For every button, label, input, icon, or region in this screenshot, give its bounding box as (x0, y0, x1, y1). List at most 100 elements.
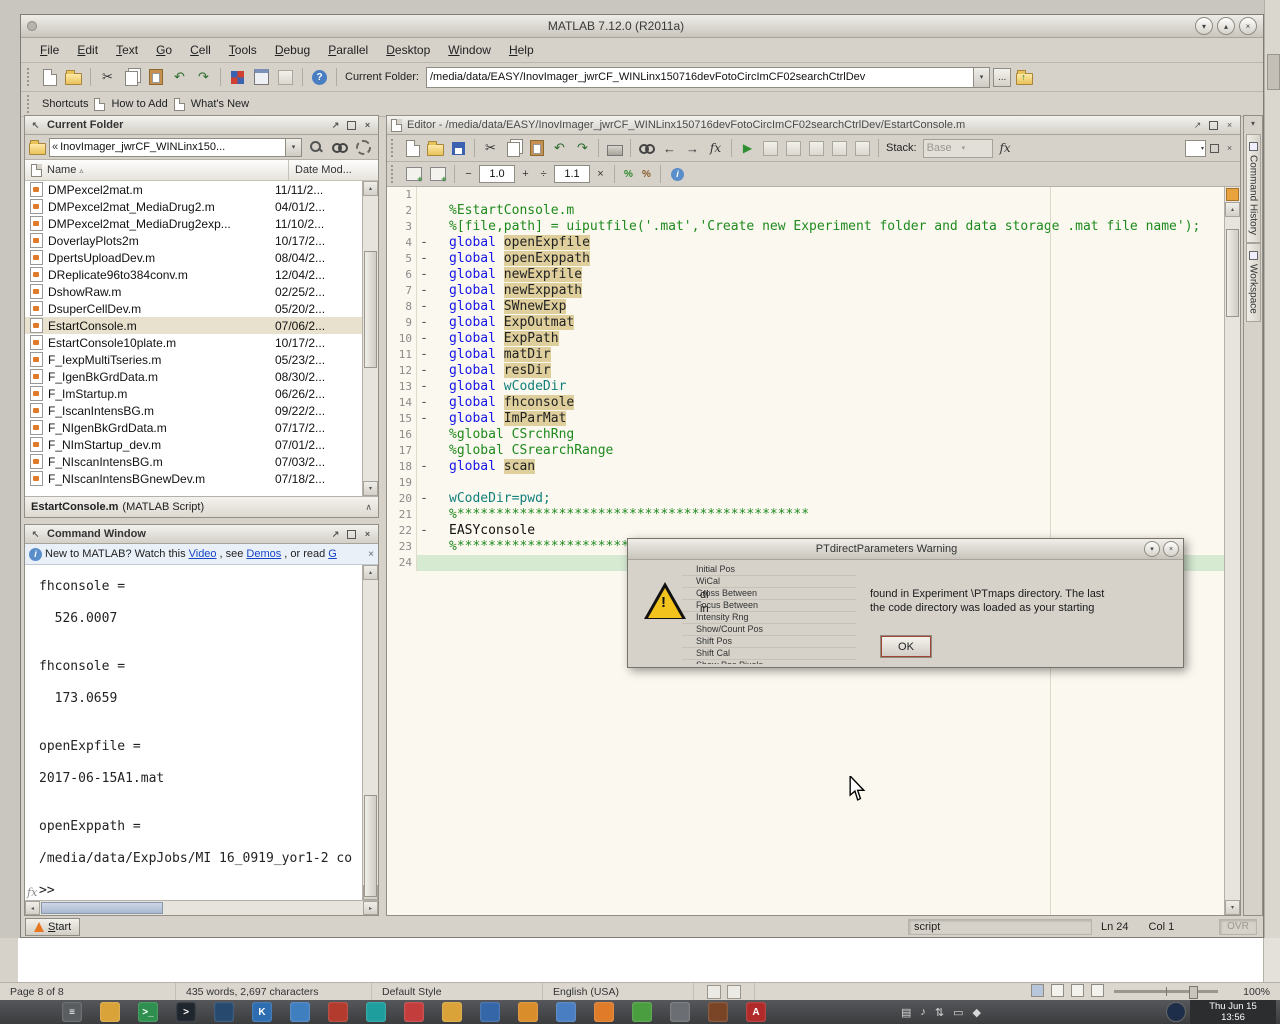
file-row[interactable]: DReplicate96to384conv.m12/04/2... (25, 266, 362, 283)
actions-button[interactable] (353, 137, 374, 158)
code-line[interactable]: 9-global ExpOutmat (387, 315, 1224, 331)
breakpoint-margin[interactable]: - (417, 235, 431, 251)
scroll-up-icon[interactable]: ▴ (1225, 202, 1240, 217)
help-center-icon[interactable] (404, 1002, 424, 1022)
cut-button[interactable]: ✂ (480, 138, 501, 159)
new-file-button[interactable] (39, 67, 60, 88)
up-folder-button[interactable]: ↑ (1014, 67, 1035, 88)
menu-cell[interactable]: Cell (181, 40, 220, 60)
file-row[interactable]: F_IgenBkGrdData.m08/30/2... (25, 368, 362, 385)
tray-clipboard-icon[interactable]: ▤ (901, 1006, 911, 1019)
file-row[interactable]: DMPexcel2mat.m11/11/2... (25, 181, 362, 198)
code-analyzer-indicator[interactable] (1226, 188, 1239, 201)
step-button[interactable] (806, 138, 827, 159)
file-row[interactable]: F_IscanIntensBG.m09/22/2... (25, 402, 362, 419)
breakpoint-margin[interactable]: - (417, 459, 431, 475)
close-panel-icon[interactable]: × (361, 120, 374, 130)
page-count-status[interactable]: Page 8 of 8 (0, 983, 176, 1000)
titlebar[interactable]: MATLAB 7.12.0 (R2011a) ▾ ▴ × (21, 15, 1263, 38)
shortcut-whats-new[interactable]: What's New (191, 98, 249, 110)
clock[interactable]: Thu Jun 15 13:56 (1190, 1000, 1276, 1024)
breakpoint-margin[interactable] (417, 187, 431, 203)
minimize-button[interactable]: ▾ (1195, 17, 1213, 35)
chevron-down-icon[interactable]: ▾ (973, 68, 989, 87)
cell-value-2[interactable]: 1.1 (554, 165, 590, 183)
maximize-panel-icon[interactable] (347, 530, 356, 539)
copy-button[interactable] (121, 67, 142, 88)
media-player-icon[interactable] (328, 1002, 348, 1022)
help-button[interactable]: ? (309, 67, 330, 88)
breakpoint-margin[interactable]: - (417, 347, 431, 363)
fx-icon[interactable]: fx (27, 885, 37, 900)
find-files-button[interactable] (329, 137, 350, 158)
go-back-button[interactable]: ← (659, 138, 680, 159)
tray-network-icon[interactable]: ⇅ (935, 1006, 944, 1019)
address-field[interactable]: « InovImager_jwrCF_WINLinx150... ▾ (49, 138, 302, 157)
zoom-slider-thumb[interactable] (1189, 986, 1198, 999)
zoom-slider[interactable] (1114, 990, 1218, 993)
breakpoint-margin[interactable]: - (417, 491, 431, 507)
toolbar-grip[interactable] (27, 95, 32, 113)
code-line[interactable]: 1 (387, 187, 1224, 203)
undo-button[interactable]: ↶ (549, 138, 570, 159)
menu-icon[interactable]: ≡ (62, 1002, 82, 1022)
side-tab-workspace[interactable]: Workspace (1246, 243, 1261, 322)
scrollbar-track[interactable] (363, 580, 378, 885)
step-in-button[interactable] (829, 138, 850, 159)
new-script-button[interactable] (402, 138, 423, 159)
profiler-button[interactable] (275, 67, 296, 88)
undo-button[interactable]: ↶ (169, 67, 190, 88)
matlab-app-icon[interactable] (708, 1002, 728, 1022)
cut-button[interactable]: ✂ (97, 67, 118, 88)
scroll-right-icon[interactable]: ▸ (363, 901, 378, 915)
dialog-close-button[interactable]: × (1163, 541, 1179, 557)
toolbar-grip[interactable] (391, 165, 396, 183)
code-line[interactable]: 11-global matDir (387, 347, 1224, 363)
file-row[interactable]: DsuperCellDev.m05/20/2... (25, 300, 362, 317)
breakpoint-margin[interactable] (417, 203, 431, 219)
code-line[interactable]: 10-global ExpPath (387, 331, 1224, 347)
comment-button[interactable]: % (621, 167, 636, 182)
word-count-status[interactable]: 435 words, 2,697 characters (176, 983, 372, 1000)
file-row[interactable]: F_NIscanIntensBG.m07/03/2... (25, 453, 362, 470)
current-folder-combobox[interactable]: /media/data/EASY/InovImager_jwrCF_WINLin… (426, 67, 990, 88)
acrobat-icon[interactable]: A (746, 1002, 766, 1022)
code-line[interactable]: 2%EstartConsole.m (387, 203, 1224, 219)
open-file-button[interactable] (63, 67, 84, 88)
scrollbar-track[interactable] (363, 196, 378, 481)
ok-button[interactable]: OK (881, 636, 931, 657)
guide-button[interactable] (251, 67, 272, 88)
scroll-down-icon[interactable]: ▾ (1225, 900, 1240, 915)
decrease-value-button[interactable]: − (461, 167, 476, 182)
file-row[interactable]: EstartConsole10plate.m10/17/2... (25, 334, 362, 351)
increase-value-button[interactable]: + (518, 167, 533, 182)
paste-button[interactable] (526, 138, 547, 159)
language-status[interactable]: English (USA) (543, 983, 694, 1000)
code-line[interactable]: 21%*************************************… (387, 507, 1224, 523)
breadcrumb-collapse-icon[interactable]: « (50, 141, 60, 153)
session-icon[interactable] (1166, 1002, 1186, 1022)
column-header-name[interactable]: Name (47, 164, 76, 176)
breakpoint-margin[interactable]: - (417, 363, 431, 379)
toolbar-grip[interactable] (27, 68, 32, 86)
command-window-scrollbar[interactable]: ▴ ▾ (362, 565, 378, 900)
calc-app-icon[interactable] (556, 1002, 576, 1022)
code-line[interactable]: 12-global resDir (387, 363, 1224, 379)
paste-button[interactable] (145, 67, 166, 88)
scroll-up-icon[interactable]: ▴ (363, 181, 378, 196)
continue-button[interactable] (852, 138, 873, 159)
breakpoint-margin[interactable] (417, 475, 431, 491)
open-button[interactable] (425, 138, 446, 159)
file-row[interactable]: F_ImStartup.m06/26/2... (25, 385, 362, 402)
file-details-bar[interactable]: EstartConsole.m (MATLAB Script) ∧ (25, 496, 378, 517)
multi-page-view-icon[interactable] (1051, 984, 1064, 997)
close-button[interactable]: × (1239, 17, 1257, 35)
command-window-output[interactable]: fhconsole = 526.0007 fhconsole = 173.065… (25, 565, 362, 900)
pin-icon[interactable] (1210, 144, 1219, 153)
window-menu-icon[interactable] (27, 21, 37, 31)
gimp-icon[interactable] (670, 1002, 690, 1022)
column-header-date[interactable]: Date Mod... (295, 164, 352, 176)
documents-icon[interactable] (290, 1002, 310, 1022)
menu-file[interactable]: File (31, 40, 68, 60)
run-button[interactable]: ▶ (737, 138, 758, 159)
